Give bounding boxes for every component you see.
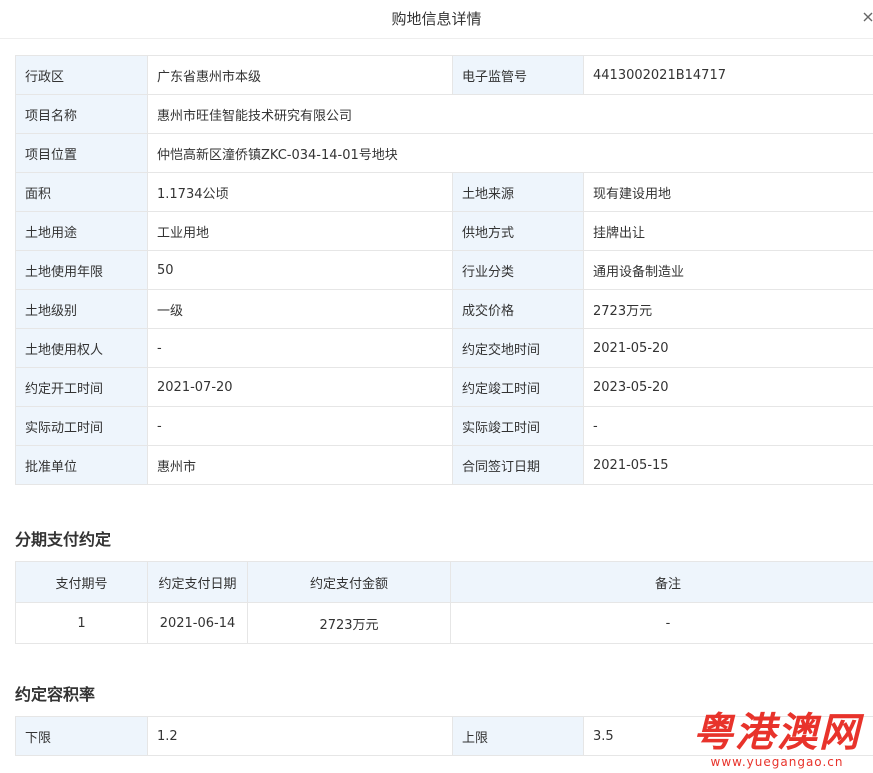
col-header-remark: 备注 [450, 561, 873, 603]
table-row: 土地使用权人 - 约定交地时间 2021-05-20 [15, 328, 873, 368]
field-value: - [147, 328, 453, 368]
field-label: 土地用途 [15, 211, 148, 251]
col-header-amount: 约定支付金额 [247, 561, 451, 603]
field-value: 工业用地 [147, 211, 453, 251]
dialog-title: 购地信息详情 [391, 10, 482, 28]
field-value: - [147, 406, 453, 446]
field-value: 挂牌出让 [583, 211, 873, 251]
table-row: 面积 1.1734公顷 土地来源 现有建设用地 [15, 172, 873, 212]
date-cell: 2021-06-14 [147, 602, 248, 644]
land-details-table: 行政区 广东省惠州市本级 电子监管号 4413002021B14717 项目名称 惠州市旺… [15, 55, 873, 485]
field-value: 2021-07-20 [147, 367, 453, 407]
field-label: 行政区 [15, 55, 148, 95]
period-cell: 1 [15, 602, 148, 644]
close-button[interactable] [861, 5, 873, 31]
field-label: 项目名称 [15, 94, 148, 134]
field-label: 约定开工时间 [15, 367, 148, 407]
field-label: 合同签订日期 [452, 445, 584, 485]
field-value: 现有建设用地 [583, 172, 873, 212]
table-row: 行政区 广东省惠州市本级 电子监管号 4413002021B14717 [15, 55, 873, 95]
field-label: 供地方式 [452, 211, 584, 251]
field-label: 土地使用年限 [15, 250, 148, 290]
field-label: 土地使用权人 [15, 328, 148, 368]
table-row: 土地用途 工业用地 供地方式 挂牌出让 [15, 211, 873, 251]
field-value: 2023-05-20 [583, 367, 873, 407]
installments-table: 支付期号 约定支付日期 约定支付金额 备注 1 2021-06-14 2723万… [15, 561, 873, 644]
field-value: - [583, 406, 873, 446]
field-value: 仲恺高新区潼侨镇ZKC-034-14-01号地块 [147, 133, 873, 173]
far-lower-value: 1.2 [147, 716, 453, 756]
close-icon[interactable] [861, 5, 873, 31]
table-row: 项目位置 仲恺高新区潼侨镇ZKC-034-14-01号地块 [15, 133, 873, 173]
field-value: 一级 [147, 289, 453, 329]
table-row: 约定开工时间 2021-07-20 约定竣工时间 2023-05-20 [15, 367, 873, 407]
watermark-url: www.yuegangao.cn [710, 755, 844, 769]
amount-cell: 2723万元 [247, 602, 451, 644]
far-lower-label: 下限 [15, 716, 148, 756]
field-label: 约定交地时间 [452, 328, 584, 368]
table-row: 土地使用年限 50 行业分类 通用设备制造业 [15, 250, 873, 290]
field-value: 惠州市旺佳智能技术研究有限公司 [147, 94, 873, 134]
field-label: 成交价格 [452, 289, 584, 329]
table-row: 土地级别 一级 成交价格 2723万元 [15, 289, 873, 329]
table-row: 1 2021-06-14 2723万元 - [15, 602, 873, 644]
col-header-date: 约定支付日期 [147, 561, 248, 603]
dialog-header: 购地信息详情 [0, 0, 873, 39]
field-value: 广东省惠州市本级 [147, 55, 453, 95]
field-label: 行业分类 [452, 250, 584, 290]
field-value: 4413002021B14717 [583, 55, 873, 95]
field-label: 土地来源 [452, 172, 584, 212]
field-value: 50 [147, 250, 453, 290]
field-label: 实际竣工时间 [452, 406, 584, 446]
table-row: 项目名称 惠州市旺佳智能技术研究有限公司 [15, 94, 873, 134]
field-value: 2723万元 [583, 289, 873, 329]
table-row: 实际动工时间 - 实际竣工时间 - [15, 406, 873, 446]
field-value: 2021-05-15 [583, 445, 873, 485]
field-value: 2021-05-20 [583, 328, 873, 368]
installments-header-row: 支付期号 约定支付日期 约定支付金额 备注 [15, 561, 873, 603]
field-value: 1.1734公顷 [147, 172, 453, 212]
installments-section-title: 分期支付约定 [15, 530, 112, 549]
field-value: 通用设备制造业 [583, 250, 873, 290]
field-value: 惠州市 [147, 445, 453, 485]
far-section-title: 约定容积率 [15, 685, 96, 704]
field-label: 电子监管号 [452, 55, 584, 95]
far-upper-label: 上限 [452, 716, 584, 756]
field-label: 面积 [15, 172, 148, 212]
watermark: 粤港澳网 www.yuegangao.cn [687, 711, 867, 769]
field-label: 实际动工时间 [15, 406, 148, 446]
watermark-text: 粤港澳网 [693, 710, 861, 756]
table-row: 批准单位 惠州市 合同签订日期 2021-05-15 [15, 445, 873, 485]
remark-cell: - [450, 602, 873, 644]
col-header-period: 支付期号 [15, 561, 148, 603]
field-label: 土地级别 [15, 289, 148, 329]
field-label: 约定竣工时间 [452, 367, 584, 407]
field-label: 批准单位 [15, 445, 148, 485]
field-label: 项目位置 [15, 133, 148, 173]
